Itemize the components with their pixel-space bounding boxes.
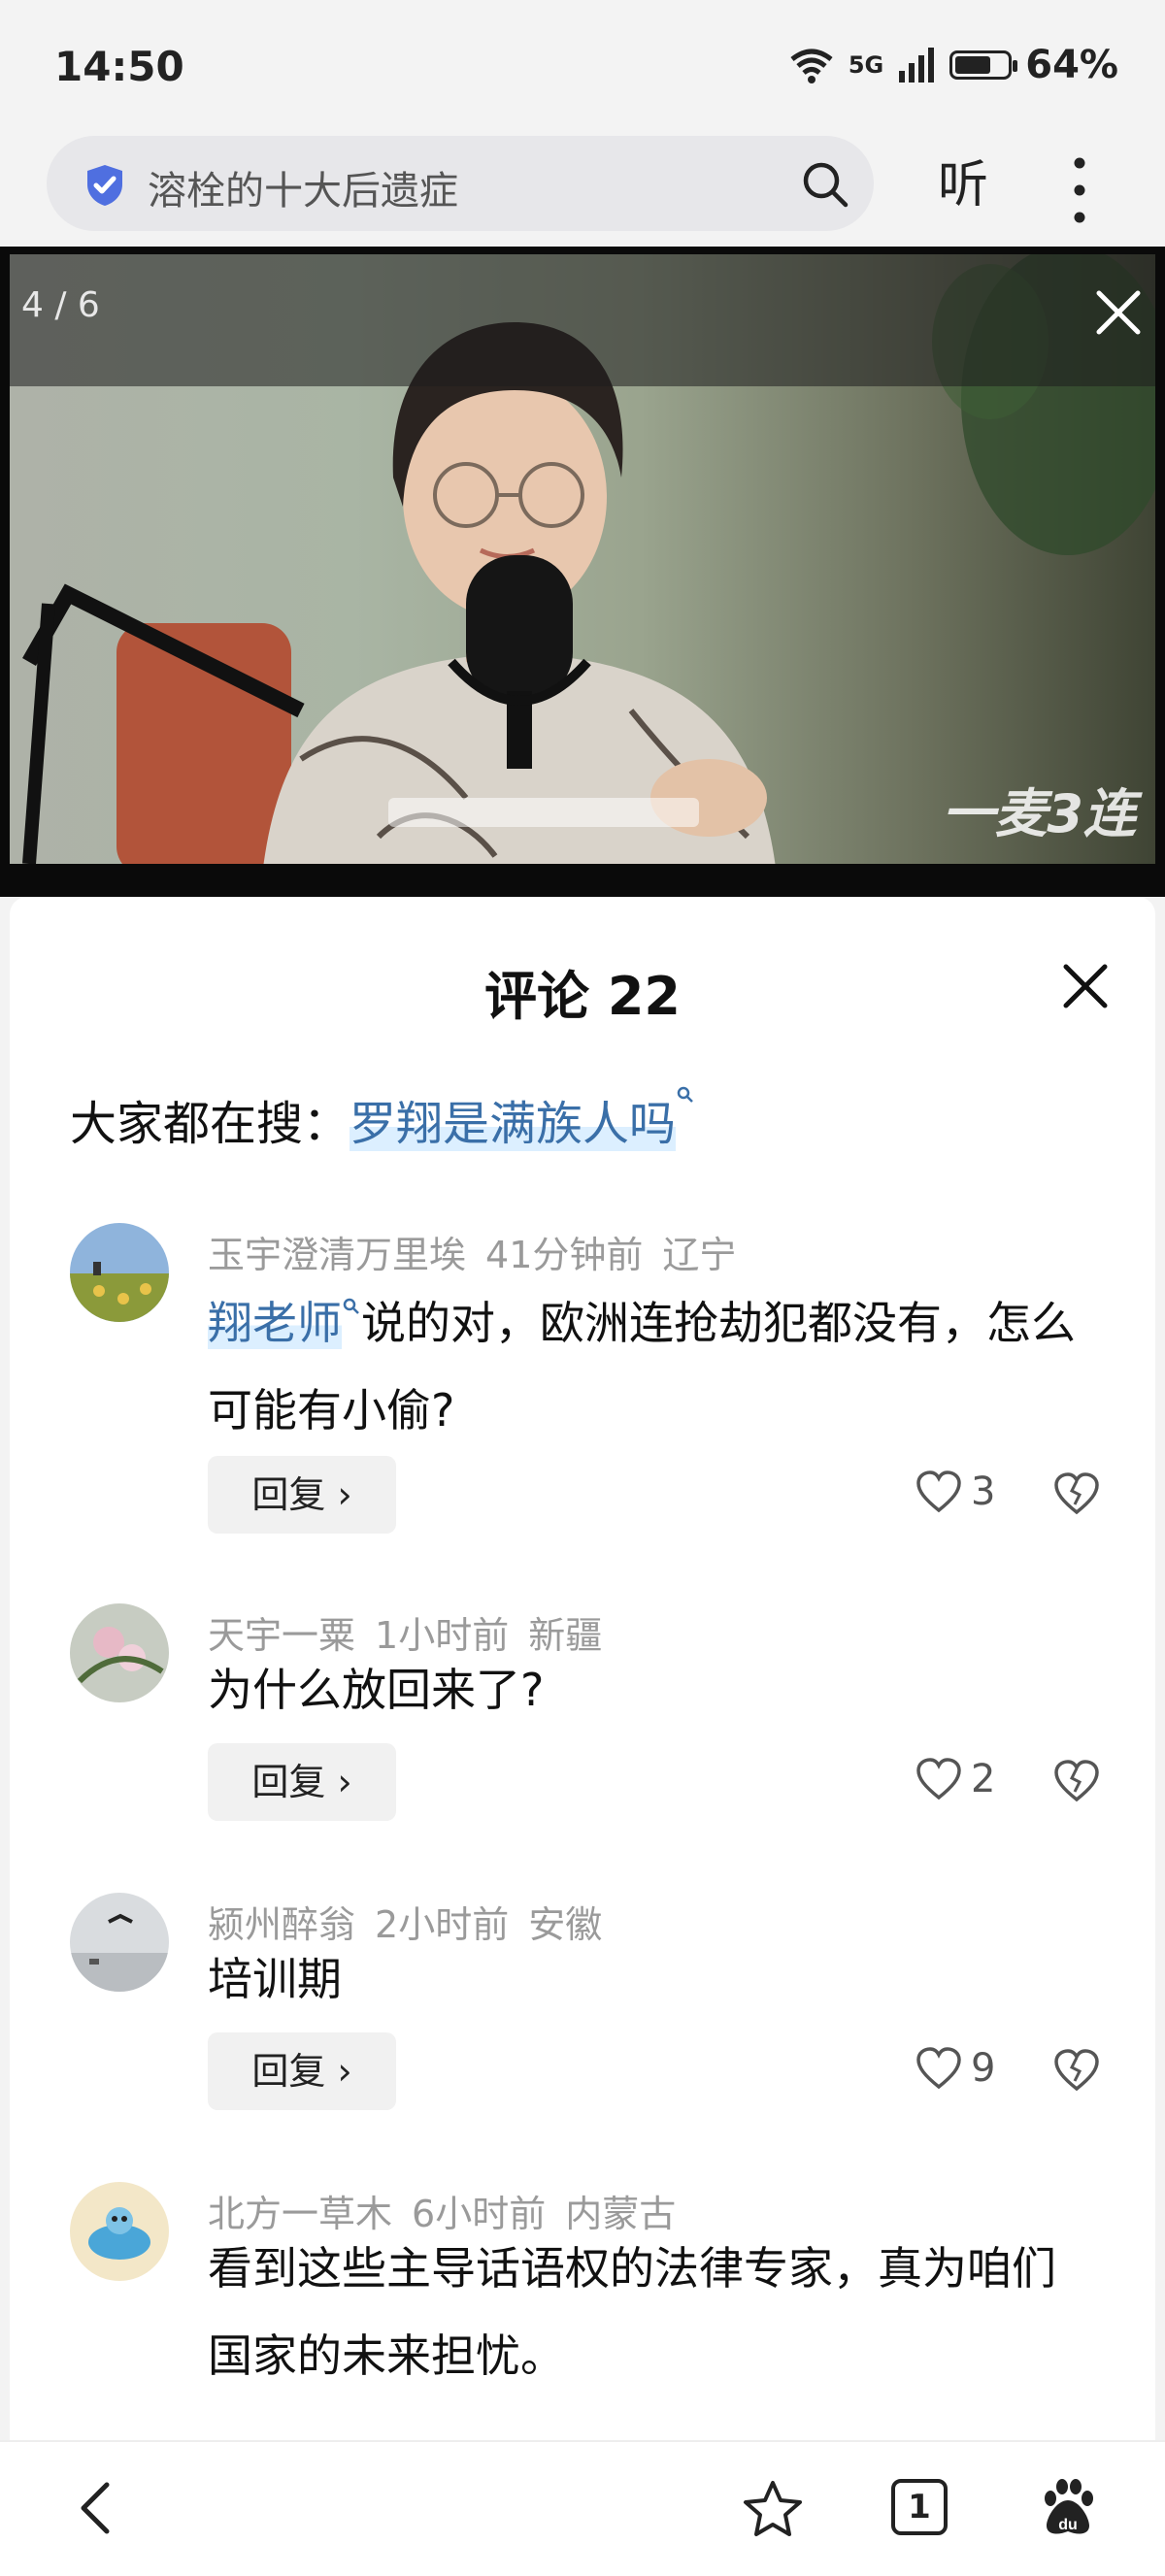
comment-region: 辽宁: [662, 1234, 737, 1276]
status-time: 14:50: [54, 43, 184, 90]
comment-username[interactable]: 玉宇澄清万里埃: [208, 1234, 466, 1276]
battery-icon: [949, 50, 1018, 80]
listen-button[interactable]: 听: [938, 144, 988, 216]
search-icon: [343, 1298, 359, 1314]
heart-icon: [916, 2047, 961, 2090]
like-count: 3: [971, 1470, 996, 1514]
like-button[interactable]: 2: [915, 1757, 995, 1801]
viewer-top-overlay: [10, 254, 1155, 386]
tab-count: 1: [908, 2488, 931, 2526]
comment-item: 北方一草木 6小时前 内蒙古 看到这些主导话语权的法律专家，真为咱们国家的未来担忧。: [10, 2182, 1155, 2434]
comment-text: 培训期: [208, 1953, 342, 2005]
search-bar[interactable]: 溶栓的十大后遗症: [47, 136, 874, 231]
mention-link[interactable]: 翔老师: [208, 1297, 342, 1349]
comment-text-block: 翔老师 说的对，欧洲连抢劫犯都没有，怎么可能有小偷?: [208, 1279, 1082, 1454]
search-icon: [677, 1086, 693, 1103]
like-button[interactable]: 9: [915, 2046, 995, 2091]
video-watermark: 一麦3连: [942, 783, 1136, 844]
comment-text: 看到这些主导话语权的法律专家，真为咱们国家的未来担忧。: [208, 2242, 1056, 2382]
status-icons: 5G 64%: [788, 43, 1118, 87]
shield-icon: [87, 165, 122, 206]
avatar[interactable]: [70, 1893, 169, 1992]
signal-icon: [899, 48, 935, 83]
comment-meta: 玉宇澄清万里埃 41分钟前 辽宁: [208, 1225, 736, 1278]
network-type: 5G: [848, 51, 884, 79]
trending-search-link[interactable]: 罗翔是满族人吗: [350, 1086, 695, 1151]
comments-title: 评论 22: [484, 966, 681, 1027]
star-icon[interactable]: [742, 2479, 804, 2539]
comments-panel: 评论 22 大家都在搜：罗翔是满族人吗 玉宇澄清万里埃 41分钟前 辽宁 翔老师 说的…: [10, 897, 1155, 2440]
like-count: 2: [971, 1757, 996, 1801]
broken-heart-icon[interactable]: [1052, 1471, 1101, 1516]
like-count: 9: [971, 2046, 996, 2091]
reply-button[interactable]: 回复 ›: [208, 1456, 396, 1534]
comment-item: 天宇一粟 1小时前 新疆 为什么放回来了? 回复 › 2: [10, 1603, 1155, 1836]
close-icon[interactable]: [1091, 285, 1146, 340]
more-icon[interactable]: [1060, 151, 1099, 229]
comment-text: 为什么放回来了?: [208, 1664, 545, 1716]
page-counter: 4 / 6: [21, 285, 100, 325]
trending-search-label: 大家都在搜：: [70, 1097, 350, 1151]
avatar[interactable]: [70, 1603, 169, 1702]
back-icon[interactable]: [74, 2479, 116, 2537]
search-input[interactable]: 溶栓的十大后遗症: [148, 159, 458, 215]
svg-text:du: du: [1058, 2517, 1078, 2533]
trending-search: 大家都在搜：罗翔是满族人吗: [70, 1085, 695, 1153]
close-icon[interactable]: [1058, 959, 1113, 1013]
reply-button[interactable]: 回复 ›: [208, 1743, 396, 1821]
like-button[interactable]: 3: [915, 1470, 995, 1514]
heart-icon: [916, 1758, 961, 1800]
reply-button[interactable]: 回复 ›: [208, 2032, 396, 2110]
broken-heart-icon[interactable]: [1052, 1759, 1101, 1803]
wifi-icon: [790, 49, 833, 83]
avatar[interactable]: [70, 1223, 169, 1322]
avatar[interactable]: [70, 2182, 169, 2281]
status-bar: 14:50 5G 64%: [0, 0, 1165, 136]
bottom-navigation: 1 du: [0, 2440, 1165, 2576]
comment-item: 颍州醉翁 2小时前 安徽 培训期 回复 › 9: [10, 1893, 1155, 2126]
heart-icon: [916, 1470, 961, 1513]
search-icon[interactable]: [800, 159, 850, 210]
broken-heart-icon[interactable]: [1052, 2048, 1101, 2093]
comment-item: 玉宇澄清万里埃 41分钟前 辽宁 翔老师 说的对，欧洲连抢劫犯都没有，怎么可能有小偷?…: [10, 1223, 1155, 1543]
tabs-button[interactable]: 1: [891, 2479, 948, 2535]
comment-time: 41分钟前: [485, 1234, 644, 1276]
baidu-paw-icon[interactable]: du: [1039, 2479, 1097, 2539]
image-viewer[interactable]: 4 / 6 一麦3连: [0, 247, 1165, 897]
battery-percentage: 64%: [1025, 43, 1118, 87]
